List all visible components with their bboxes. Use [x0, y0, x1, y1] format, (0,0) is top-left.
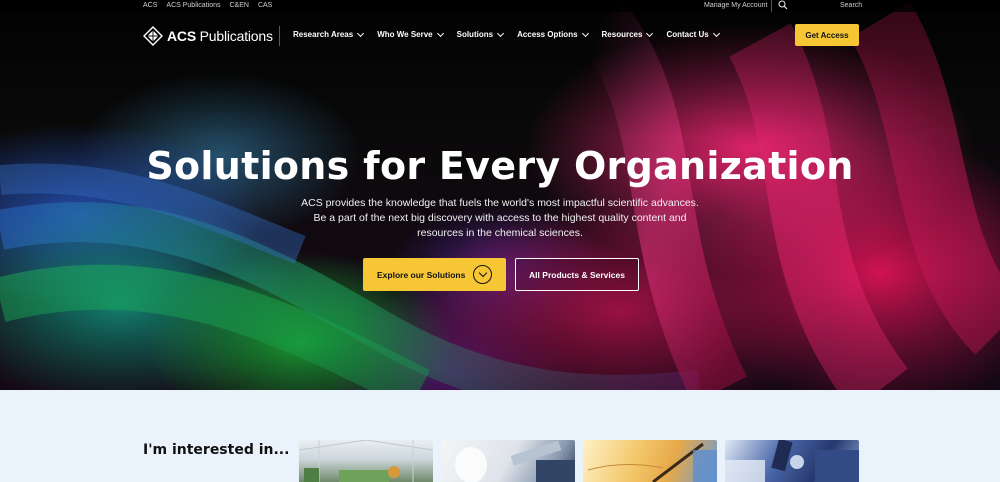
interest-card-greenhouse[interactable]: [299, 440, 433, 482]
get-access-button[interactable]: Get Access: [795, 24, 859, 46]
nav-item-research-areas[interactable]: Research Areas: [293, 29, 365, 39]
interest-card-lab[interactable]: [441, 440, 575, 482]
utility-links: ACS ACS Publications C&EN CAS: [143, 2, 272, 9]
explore-solutions-button[interactable]: Explore our Solutions: [363, 258, 506, 291]
greenhouse-image: [299, 440, 433, 482]
nav-menu: Research Areas Who We Serve Solutions Ac…: [293, 29, 733, 39]
nav-item-label: Contact Us: [666, 30, 709, 39]
utility-link-cas[interactable]: CAS: [258, 2, 272, 9]
logo-acs: ACS: [167, 28, 196, 44]
logo-text: ACS Publications: [167, 28, 273, 44]
nav-item-label: Who We Serve: [377, 30, 433, 39]
chevron-down-icon: [436, 29, 444, 37]
microscope-image: [725, 440, 859, 482]
hero-subtitle: ACS provides the knowledge that fuels th…: [290, 196, 710, 241]
chevron-down-icon: [357, 29, 365, 37]
lab-image: [455, 440, 575, 482]
nav-item-label: Access Options: [517, 30, 578, 39]
acs-logo-icon: [143, 26, 163, 46]
explore-solutions-label: Explore our Solutions: [377, 269, 466, 280]
nav-item-label: Research Areas: [293, 30, 354, 39]
nav-item-resources[interactable]: Resources: [601, 29, 654, 39]
nav-item-solutions[interactable]: Solutions: [456, 29, 505, 39]
search-icon[interactable]: [778, 0, 788, 10]
chevron-down-icon: [712, 29, 720, 37]
utility-link-acs[interactable]: ACS: [143, 2, 157, 9]
nav-divider: [279, 26, 280, 46]
writing-image: [587, 442, 717, 482]
utility-divider: [771, 0, 772, 12]
interest-card-writing[interactable]: [583, 440, 717, 482]
chevron-down-icon: [646, 29, 654, 37]
hero-subtitle-line-3: resources in the chemical sciences.: [417, 227, 583, 239]
main-nav: ACS Publications Research Areas Who We S…: [0, 12, 1000, 58]
nav-item-label: Resources: [601, 30, 643, 39]
hero-subtitle-line-2: Be a part of the next big discovery with…: [313, 212, 687, 224]
interest-card-microscope[interactable]: [725, 440, 859, 482]
chevron-down-icon: [581, 29, 589, 37]
nav-item-label: Solutions: [456, 30, 494, 39]
utility-bar: ACS ACS Publications C&EN CAS Manage My …: [0, 0, 1000, 12]
all-products-services-button[interactable]: All Products & Services: [515, 258, 639, 291]
interested-title: I'm interested in...: [143, 442, 290, 458]
circle-chevron-down-icon: [473, 265, 492, 284]
hero-subtitle-line-1: ACS provides the knowledge that fuels th…: [301, 197, 699, 209]
manage-account-link[interactable]: Manage My Account: [704, 2, 767, 9]
hero-title: Solutions for Every Organization: [146, 144, 854, 188]
logo-publications: Publications: [199, 28, 273, 44]
nav-item-contact-us[interactable]: Contact Us: [666, 29, 720, 39]
hero-banner: [0, 0, 1000, 390]
utility-link-cen[interactable]: C&EN: [230, 2, 249, 9]
nav-item-who-we-serve[interactable]: Who We Serve: [377, 29, 444, 39]
acs-publications-logo[interactable]: ACS Publications: [143, 26, 273, 46]
chevron-down-icon: [497, 29, 505, 37]
nav-item-access-options[interactable]: Access Options: [517, 29, 589, 39]
hero-overlay: [0, 0, 1000, 390]
utility-link-acs-publications[interactable]: ACS Publications: [166, 2, 220, 9]
search-link[interactable]: Search: [840, 2, 862, 9]
